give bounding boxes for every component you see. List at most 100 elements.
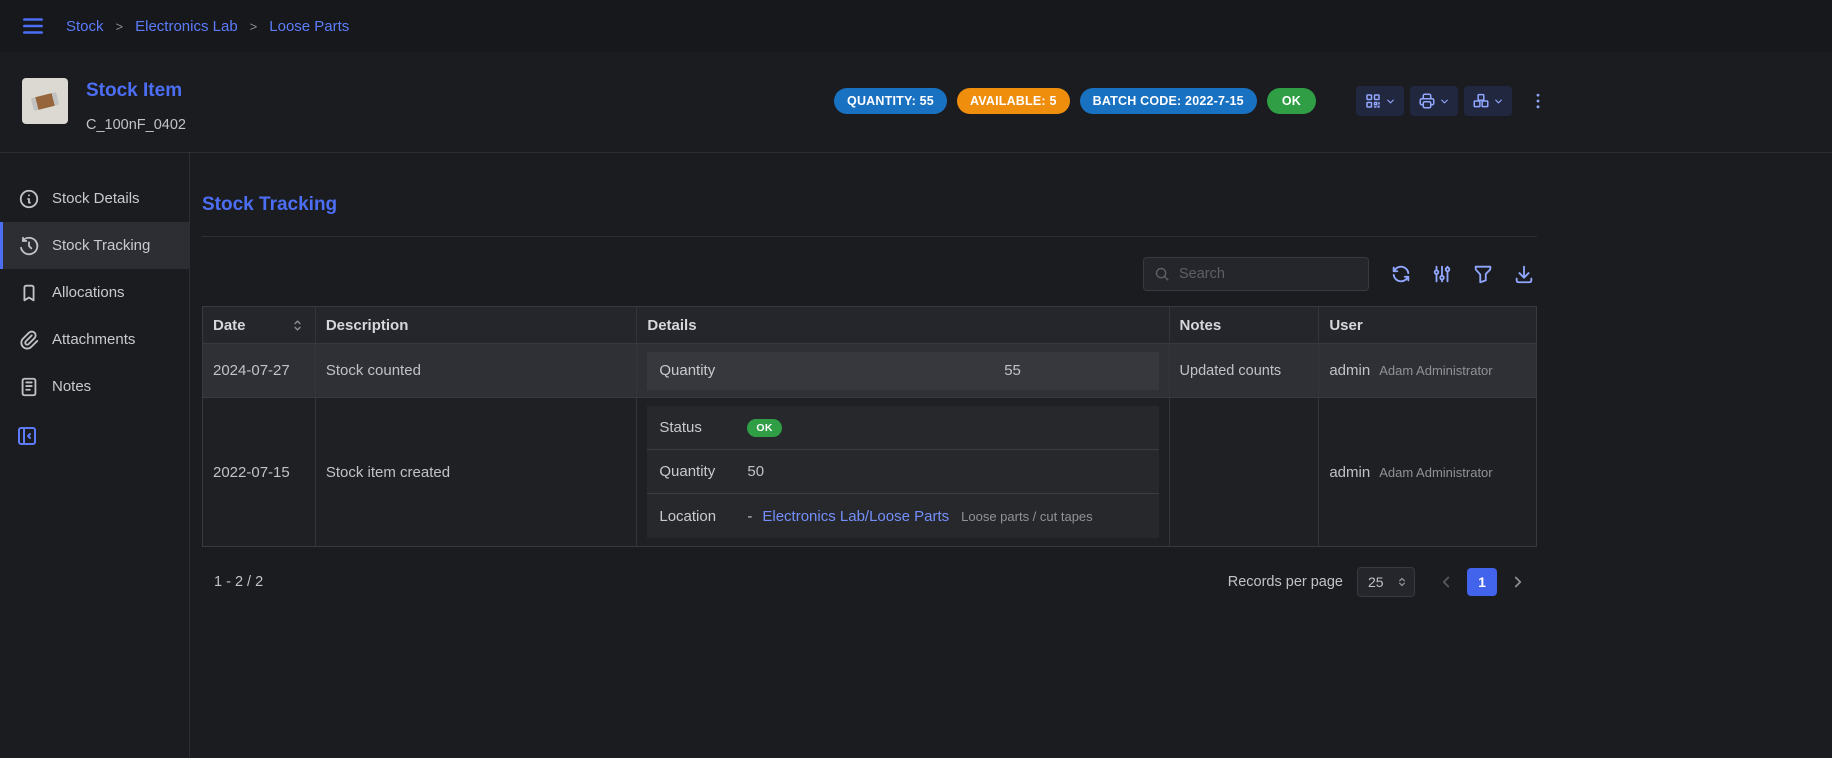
detail-row-location: Location - Electronics Lab/Loose Parts L… bbox=[647, 494, 1158, 538]
previous-page-button[interactable] bbox=[1437, 573, 1455, 591]
page-size-select[interactable]: 25 bbox=[1357, 567, 1415, 597]
quantity-badge: QUANTITY: 55 bbox=[834, 88, 947, 114]
notes-icon bbox=[18, 376, 40, 398]
adjustments-icon bbox=[1431, 263, 1453, 285]
next-page-button[interactable] bbox=[1509, 573, 1527, 591]
stock-item-thumbnail[interactable] bbox=[22, 78, 68, 124]
section-title: Stock Tracking bbox=[202, 194, 1537, 216]
sidebar-item-allocations[interactable]: Allocations bbox=[0, 269, 189, 316]
cell-description: Stock counted bbox=[316, 344, 638, 397]
breadcrumb-loose-parts[interactable]: Loose Parts bbox=[269, 18, 349, 35]
location-description: Loose parts / cut tapes bbox=[961, 509, 1093, 524]
status-badge: OK bbox=[1267, 88, 1316, 114]
breadcrumb-separator: > bbox=[250, 19, 258, 34]
selector-icon bbox=[1395, 575, 1409, 589]
user-fullname: Adam Administrator bbox=[1379, 465, 1492, 480]
qrcode-icon bbox=[1364, 92, 1382, 110]
cell-user: admin Adam Administrator bbox=[1319, 398, 1536, 546]
column-header-details: Details bbox=[637, 307, 1169, 343]
bookmark-icon bbox=[18, 282, 40, 304]
pagination: 1 bbox=[1437, 568, 1527, 596]
paperclip-icon bbox=[18, 329, 40, 351]
main-panel: Stock Tracking bbox=[202, 153, 1537, 758]
detail-row-quantity: Quantity 50 bbox=[647, 450, 1158, 494]
hamburger-icon bbox=[20, 13, 46, 39]
sidebar-item-stock-details[interactable]: Stock Details bbox=[0, 175, 189, 222]
print-actions-button[interactable] bbox=[1410, 86, 1458, 116]
breadcrumb-electronics-lab[interactable]: Electronics Lab bbox=[135, 18, 238, 35]
table-row: 2022-07-15 Stock item created Status OK … bbox=[203, 397, 1536, 546]
detail-key: Status bbox=[659, 419, 747, 436]
cell-date: 2024-07-27 bbox=[203, 344, 316, 397]
page-header: Stock Item C_100nF_0402 QUANTITY: 55 AVA… bbox=[0, 52, 1832, 152]
history-icon bbox=[18, 235, 40, 257]
page-size-value: 25 bbox=[1368, 574, 1384, 590]
table-toolbar bbox=[202, 257, 1537, 291]
column-header-description: Description bbox=[316, 307, 638, 343]
download-button[interactable] bbox=[1511, 261, 1537, 287]
location-link[interactable]: Electronics Lab/Loose Parts bbox=[762, 508, 949, 525]
stock-item-name: C_100nF_0402 bbox=[86, 117, 186, 133]
cell-user: admin Adam Administrator bbox=[1319, 344, 1536, 397]
breadcrumb-stock[interactable]: Stock bbox=[66, 18, 104, 35]
cell-date: 2022-07-15 bbox=[203, 398, 316, 546]
page-title: Stock Item bbox=[86, 80, 186, 102]
page-1-button[interactable]: 1 bbox=[1467, 568, 1497, 596]
chevron-down-icon bbox=[1439, 96, 1450, 107]
sidebar-item-notes[interactable]: Notes bbox=[0, 363, 189, 410]
sidebar-item-attachments[interactable]: Attachments bbox=[0, 316, 189, 363]
download-icon bbox=[1513, 263, 1535, 285]
refresh-icon bbox=[1390, 263, 1412, 285]
detail-value: 50 bbox=[747, 463, 764, 480]
batch-code-badge: BATCH CODE: 2022-7-15 bbox=[1080, 88, 1257, 114]
sidebar-item-label: Stock Details bbox=[52, 190, 140, 207]
sidebar: Stock Details Stock Tracking Allocations… bbox=[0, 153, 190, 758]
barcode-actions-button[interactable] bbox=[1356, 86, 1404, 116]
sidebar-collapse-button[interactable] bbox=[15, 424, 39, 448]
column-header-date[interactable]: Date bbox=[203, 307, 316, 343]
column-header-notes: Notes bbox=[1170, 307, 1320, 343]
overflow-menu-button[interactable] bbox=[1528, 91, 1548, 111]
top-navbar: Stock > Electronics Lab > Loose Parts bbox=[0, 0, 1832, 52]
sidebar-item-stock-tracking[interactable]: Stock Tracking bbox=[0, 222, 189, 269]
detail-row-status: Status OK bbox=[647, 406, 1158, 450]
chevron-down-icon bbox=[1385, 96, 1396, 107]
printer-icon bbox=[1418, 92, 1436, 110]
cell-description: Stock item created bbox=[316, 398, 638, 546]
sidebar-item-label: Attachments bbox=[52, 331, 135, 348]
stock-tracking-table: Date Description Details Notes User bbox=[202, 306, 1537, 547]
detail-key: Quantity bbox=[659, 362, 878, 379]
detail-value: 55 bbox=[879, 362, 1147, 379]
search-input[interactable] bbox=[1179, 266, 1358, 282]
packages-icon bbox=[1472, 92, 1490, 110]
capacitor-image bbox=[31, 92, 59, 111]
record-range: 1 - 2 / 2 bbox=[214, 574, 263, 590]
sidebar-item-label: Stock Tracking bbox=[52, 237, 150, 254]
user-fullname: Adam Administrator bbox=[1379, 363, 1492, 378]
sidebar-collapse-icon bbox=[15, 424, 39, 448]
search-box bbox=[1143, 257, 1369, 291]
header-action-buttons bbox=[1356, 86, 1512, 116]
filter-button[interactable] bbox=[1470, 261, 1496, 287]
ok-status-badge: OK bbox=[747, 419, 782, 437]
stock-operations-button[interactable] bbox=[1464, 86, 1512, 116]
hamburger-menu-button[interactable] bbox=[20, 13, 46, 39]
chevron-left-icon bbox=[1437, 573, 1455, 591]
records-per-page-label: Records per page bbox=[1228, 574, 1343, 590]
filter-icon bbox=[1472, 263, 1494, 285]
refresh-button[interactable] bbox=[1388, 261, 1414, 287]
location-dash: - bbox=[747, 508, 752, 525]
cell-details: Quantity 55 bbox=[637, 344, 1169, 397]
detail-key: Quantity bbox=[659, 463, 747, 480]
search-icon bbox=[1154, 266, 1171, 283]
sidebar-item-label: Notes bbox=[52, 378, 91, 395]
detail-row-quantity: Quantity 55 bbox=[647, 352, 1158, 390]
username: admin bbox=[1329, 464, 1370, 481]
sort-icon bbox=[290, 318, 305, 333]
cell-notes: Updated counts bbox=[1170, 344, 1320, 397]
section-divider bbox=[202, 236, 1537, 237]
sidebar-item-label: Allocations bbox=[52, 284, 125, 301]
detail-key: Location bbox=[659, 508, 747, 525]
table-options-button[interactable] bbox=[1429, 261, 1455, 287]
table-header-row: Date Description Details Notes User bbox=[203, 307, 1536, 343]
